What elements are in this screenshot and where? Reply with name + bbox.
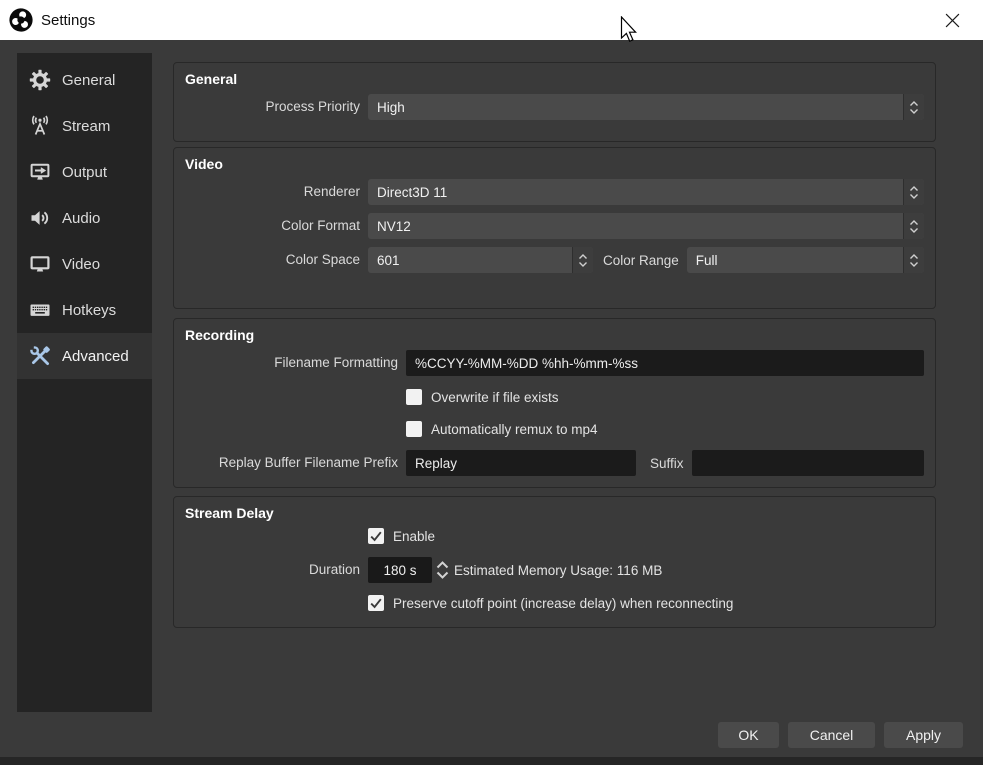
sidebar-item-label: Output bbox=[62, 164, 107, 181]
replay-prefix-label: Replay Buffer Filename Prefix bbox=[185, 450, 398, 476]
close-icon bbox=[945, 13, 960, 28]
sidebar-item-stream[interactable]: Stream bbox=[17, 103, 152, 149]
filename-formatting-input[interactable] bbox=[406, 350, 924, 376]
color-format-label: Color Format bbox=[185, 213, 360, 239]
enable-checkbox[interactable] bbox=[368, 528, 384, 544]
section-general: General Process Priority High bbox=[173, 62, 936, 142]
remux-label: Automatically remux to mp4 bbox=[431, 422, 598, 437]
apply-button[interactable]: Apply bbox=[884, 722, 963, 748]
sidebar-item-label: Stream bbox=[62, 118, 110, 135]
chevron-updown-icon bbox=[572, 247, 593, 273]
duration-label: Duration bbox=[185, 557, 360, 583]
broadcast-antenna-icon bbox=[28, 114, 52, 138]
section-title: Recording bbox=[185, 327, 924, 343]
section-title: Stream Delay bbox=[185, 505, 924, 521]
color-range-label: Color Range bbox=[603, 253, 679, 268]
checkmark-icon bbox=[368, 528, 384, 544]
sidebar-item-label: Advanced bbox=[62, 348, 129, 365]
color-range-select[interactable]: Full bbox=[687, 247, 924, 273]
gear-icon bbox=[28, 68, 52, 92]
sidebar-item-video[interactable]: Video bbox=[17, 241, 152, 287]
color-format-select[interactable]: NV12 bbox=[368, 213, 924, 239]
spinner-updown-icon[interactable] bbox=[434, 558, 451, 582]
monitor-icon bbox=[28, 252, 52, 276]
memory-usage-text: Estimated Memory Usage: 116 MB bbox=[454, 563, 662, 578]
renderer-label: Renderer bbox=[185, 179, 360, 205]
preserve-cutoff-label: Preserve cutoff point (increase delay) w… bbox=[393, 596, 733, 611]
sidebar-item-label: Hotkeys bbox=[62, 302, 116, 319]
keyboard-icon bbox=[28, 298, 52, 322]
sidebar-item-label: Audio bbox=[62, 210, 100, 227]
replay-prefix-input[interactable] bbox=[406, 450, 636, 476]
chevron-updown-icon bbox=[903, 94, 924, 120]
sidebar-item-advanced[interactable]: Advanced bbox=[17, 333, 152, 379]
speaker-icon bbox=[28, 206, 52, 230]
obs-logo-icon bbox=[8, 7, 34, 33]
window-title: Settings bbox=[41, 12, 95, 29]
sidebar-item-general[interactable]: General bbox=[17, 57, 152, 103]
section-stream-delay: Stream Delay Enable Duration 180 s Estim… bbox=[173, 496, 936, 628]
ok-button[interactable]: OK bbox=[718, 722, 779, 748]
filename-formatting-label: Filename Formatting bbox=[185, 350, 398, 376]
process-priority-select[interactable]: High bbox=[368, 94, 924, 120]
settings-nav-sidebar: General Stream bbox=[17, 53, 152, 712]
sidebar-item-output[interactable]: Output bbox=[17, 149, 152, 195]
sidebar-item-audio[interactable]: Audio bbox=[17, 195, 152, 241]
color-space-label: Color Space bbox=[185, 247, 360, 273]
chevron-updown-icon bbox=[903, 179, 924, 205]
preserve-cutoff-checkbox[interactable] bbox=[368, 595, 384, 611]
cancel-button[interactable]: Cancel bbox=[788, 722, 875, 748]
chevron-updown-icon bbox=[903, 213, 924, 239]
dialog-footer: OK Cancel Apply bbox=[718, 722, 963, 748]
renderer-select[interactable]: Direct3D 11 bbox=[368, 179, 924, 205]
sidebar-item-hotkeys[interactable]: Hotkeys bbox=[17, 287, 152, 333]
overwrite-checkbox[interactable] bbox=[406, 389, 422, 405]
monitor-arrow-icon bbox=[28, 160, 52, 184]
section-title: Video bbox=[185, 156, 924, 172]
checkmark-icon bbox=[368, 595, 384, 611]
remux-checkbox[interactable] bbox=[406, 421, 422, 437]
section-recording: Recording Filename Formatting Overwrite … bbox=[173, 318, 936, 488]
suffix-label: Suffix bbox=[650, 456, 684, 471]
overwrite-label: Overwrite if file exists bbox=[431, 390, 559, 405]
section-video: Video Renderer Direct3D 11 Color Format … bbox=[173, 147, 936, 309]
color-space-select[interactable]: 601 bbox=[368, 247, 593, 273]
duration-spinbox[interactable]: 180 s bbox=[368, 557, 432, 583]
process-priority-label: Process Priority bbox=[185, 94, 360, 120]
window-bottom-edge bbox=[0, 757, 983, 765]
close-button[interactable] bbox=[929, 0, 975, 40]
titlebar: Settings bbox=[0, 0, 983, 40]
enable-label: Enable bbox=[393, 529, 435, 544]
chevron-updown-icon bbox=[903, 247, 924, 273]
sidebar-item-label: Video bbox=[62, 256, 100, 273]
suffix-input[interactable] bbox=[692, 450, 924, 476]
sidebar-item-label: General bbox=[62, 72, 115, 89]
tools-icon bbox=[28, 344, 52, 368]
section-title: General bbox=[185, 71, 924, 87]
